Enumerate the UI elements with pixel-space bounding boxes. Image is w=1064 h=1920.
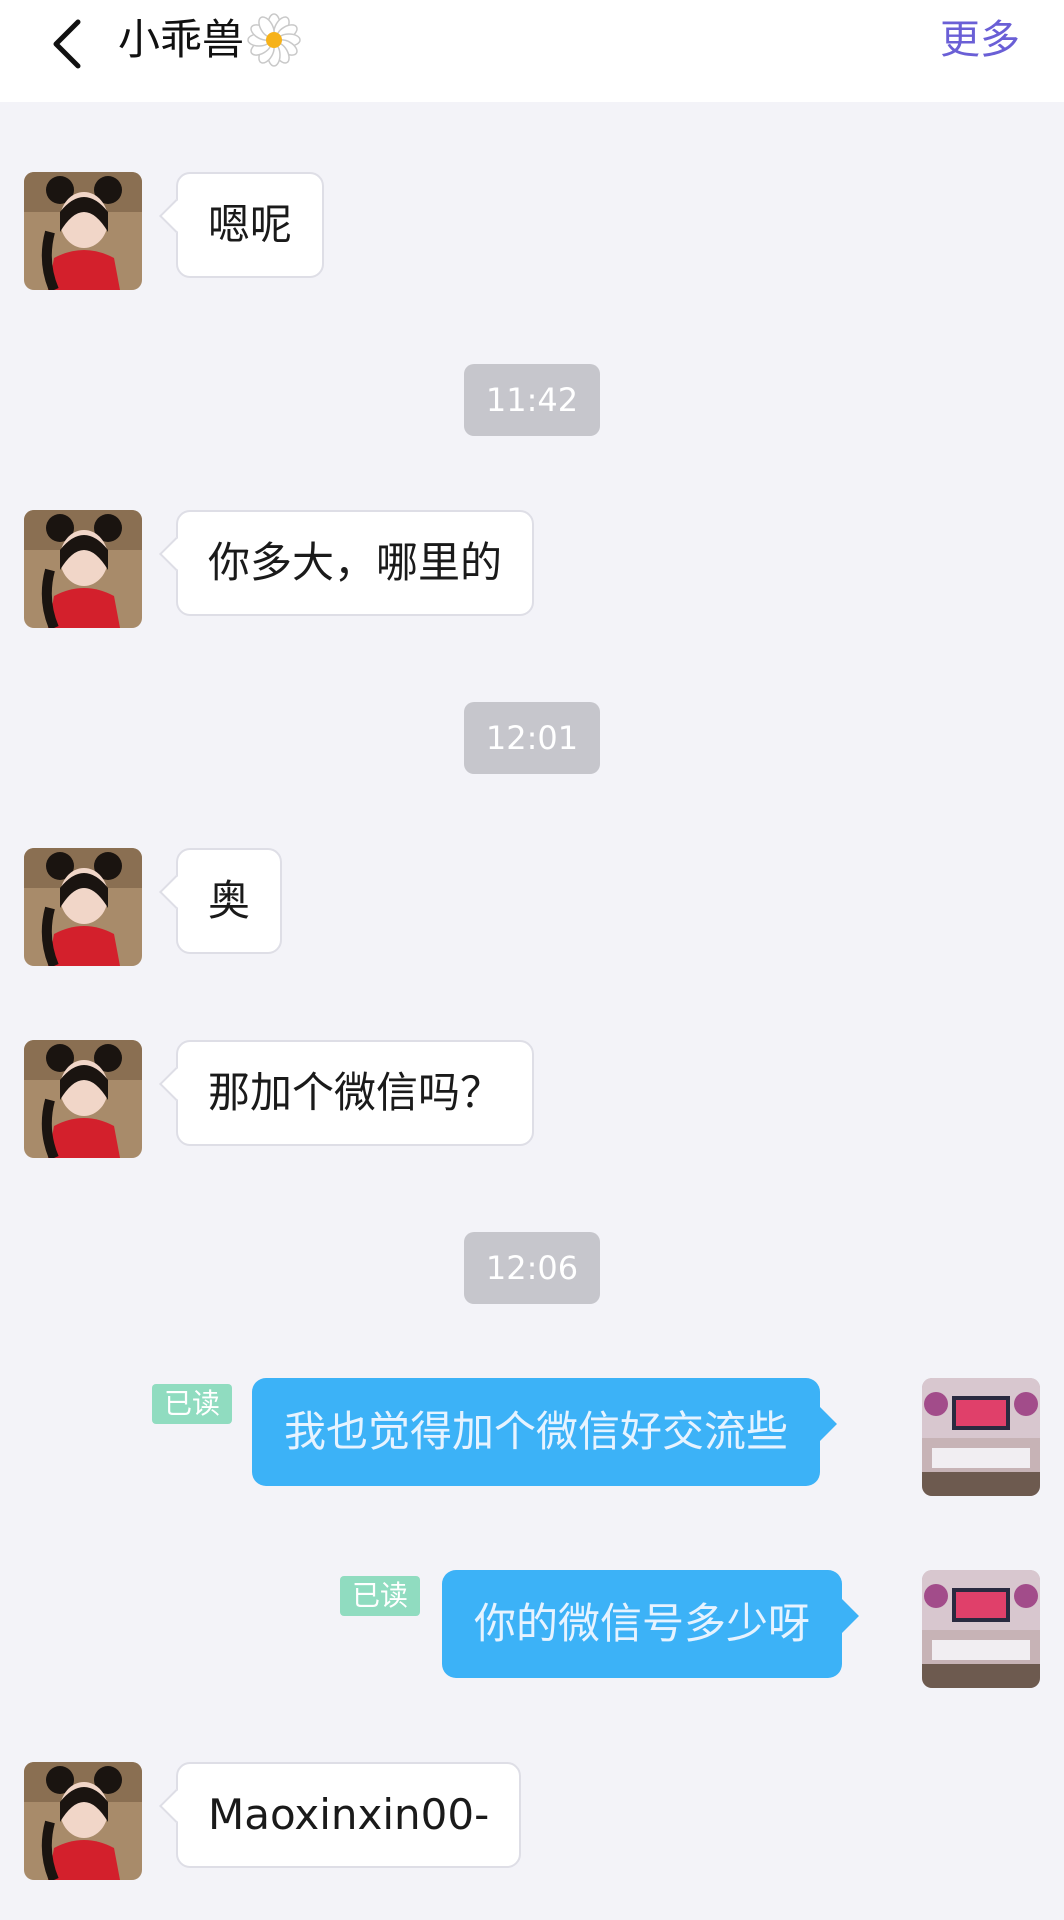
outgoing-message-bubble[interactable]: 你的微信号多少呀 — [442, 1570, 843, 1678]
contact-avatar[interactable] — [24, 1762, 142, 1880]
top-bar: 小乖兽 更多 — [0, 0, 1064, 102]
contact-name: 小乖兽 — [118, 15, 245, 64]
contact-avatar[interactable] — [24, 1040, 142, 1158]
incoming-message-bubble[interactable]: 那加个微信吗？ — [176, 1040, 535, 1146]
read-status-badge: 已读 — [152, 1384, 233, 1424]
incoming-message-bubble[interactable]: 奥 — [176, 848, 283, 954]
my-avatar[interactable] — [922, 1570, 1040, 1688]
daisy-icon — [247, 13, 301, 67]
back-arrow-icon[interactable] — [44, 14, 92, 74]
incoming-message-bubble[interactable]: 你多大，哪里的 — [176, 510, 535, 616]
chat-title: 小乖兽 — [118, 8, 302, 72]
timestamp-badge: 12:06 — [464, 1232, 600, 1304]
contact-avatar[interactable] — [24, 510, 142, 628]
contact-avatar[interactable] — [24, 172, 142, 290]
incoming-message-bubble[interactable]: Maoxinxin00- — [176, 1762, 522, 1868]
incoming-message-bubble[interactable]: 嗯呢 — [176, 172, 325, 278]
contact-avatar[interactable] — [24, 848, 142, 966]
my-avatar[interactable] — [922, 1378, 1040, 1496]
read-status-badge: 已读 — [340, 1576, 421, 1616]
timestamp-badge: 12:01 — [464, 702, 600, 774]
more-button[interactable]: 更多 — [940, 8, 1020, 72]
outgoing-message-bubble[interactable]: 我也觉得加个微信好交流些 — [252, 1378, 821, 1486]
timestamp-badge: 11:42 — [464, 364, 600, 436]
